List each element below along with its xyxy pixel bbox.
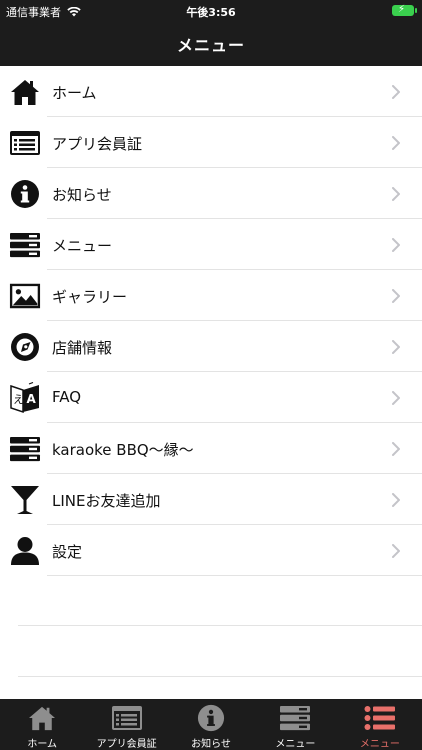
chevron-right-icon	[392, 441, 401, 456]
member-card-icon	[111, 704, 143, 732]
menu-list: ホーム アプリ会員証 お知らせ メニュー ギャラリー 店舗情報 え A FAQ …	[0, 66, 422, 576]
menu-item-label: アプリ会員証	[52, 135, 143, 153]
tab-label: ホーム	[27, 739, 58, 750]
chevron-right-icon	[392, 543, 401, 558]
menu-item-home[interactable]: ホーム	[0, 66, 422, 117]
menu-list-icon	[279, 704, 311, 732]
svg-text:え: え	[13, 393, 24, 406]
menu-item-news[interactable]: お知らせ	[0, 168, 422, 219]
tab-more-menu[interactable]: メニュー	[338, 699, 422, 750]
app-header: 通信事業者 午後3:56 ⚡ メニュー	[0, 0, 422, 66]
home-icon	[9, 76, 41, 108]
tab-menu[interactable]: メニュー	[253, 699, 337, 750]
menu-item-faq[interactable]: えA FAQ	[0, 372, 422, 423]
menu-item-store-info[interactable]: 店舗情報	[0, 321, 422, 372]
tab-label: メニュー	[275, 739, 316, 750]
list-icon	[364, 704, 396, 732]
menu-item-label: メニュー	[52, 237, 113, 255]
chevron-right-icon	[392, 339, 401, 354]
chevron-right-icon	[392, 492, 401, 507]
status-bar: 通信事業者 午後3:56 ⚡	[0, 0, 422, 22]
menu-item-settings[interactable]: 設定	[0, 525, 422, 576]
menu-item-label: ホーム	[52, 84, 97, 102]
chevron-right-icon	[392, 186, 401, 201]
chevron-right-icon	[392, 84, 401, 99]
menu-item-label: karaoke BBQ〜縁〜	[52, 441, 194, 459]
menu-list-icon	[9, 433, 41, 465]
menu-item-label: 店舗情報	[52, 339, 113, 357]
member-card-icon	[9, 127, 41, 159]
info-icon	[9, 178, 41, 210]
tab-label: お知らせ	[191, 739, 231, 750]
status-time: 午後3:56	[186, 6, 236, 19]
menu-item-menu[interactable]: メニュー	[0, 219, 422, 270]
svg-text:A: A	[27, 392, 37, 406]
menu-item-karaoke-bbq[interactable]: karaoke BBQ〜縁〜	[0, 423, 422, 474]
cocktail-icon	[9, 484, 41, 516]
translate-icon: えA	[9, 382, 41, 414]
gallery-icon	[9, 280, 41, 312]
divider	[18, 625, 422, 626]
compass-icon	[9, 331, 41, 363]
tab-news[interactable]: お知らせ	[169, 699, 253, 750]
info-icon	[195, 704, 227, 732]
tab-bar: ホーム アプリ会員証 お知らせ メニュー メニュー	[0, 699, 422, 750]
menu-item-label: FAQ	[52, 388, 82, 406]
home-icon	[26, 704, 58, 732]
menu-item-line-add-friend[interactable]: LINEお友達追加	[0, 474, 422, 525]
menu-item-label: お知らせ	[52, 186, 112, 204]
chevron-right-icon	[392, 288, 401, 303]
battery-icon: ⚡	[392, 4, 417, 16]
tab-label: メニュー	[359, 739, 400, 750]
menu-item-gallery[interactable]: ギャラリー	[0, 270, 422, 321]
chevron-right-icon	[392, 135, 401, 150]
menu-item-label: ギャラリー	[52, 288, 128, 306]
user-icon	[9, 535, 41, 567]
divider	[18, 676, 422, 677]
chevron-right-icon	[392, 390, 401, 405]
chevron-right-icon	[392, 237, 401, 252]
tab-home[interactable]: ホーム	[0, 699, 84, 750]
page-title: メニュー	[176, 36, 245, 55]
menu-item-label: LINEお友達追加	[52, 492, 161, 510]
menu-item-member-card[interactable]: アプリ会員証	[0, 117, 422, 168]
tab-member-card[interactable]: アプリ会員証	[84, 699, 168, 750]
tab-label: アプリ会員証	[96, 739, 157, 750]
menu-list-icon	[9, 229, 41, 261]
menu-item-label: 設定	[52, 543, 83, 561]
